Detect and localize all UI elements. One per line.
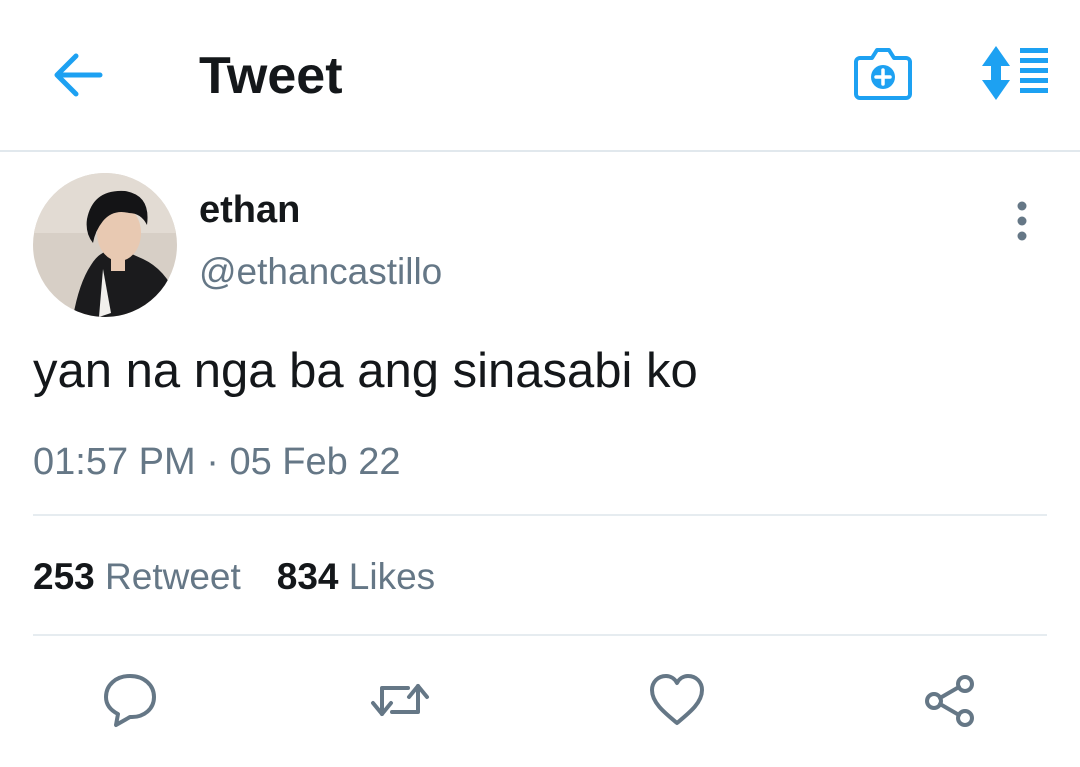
reply-icon	[104, 674, 156, 727]
retweet-button[interactable]	[370, 670, 430, 730]
top-app-bar: Tweet	[0, 0, 1080, 152]
avatar[interactable]	[33, 173, 177, 317]
add-photo-button[interactable]	[852, 42, 914, 104]
camera-plus-icon	[854, 48, 912, 100]
timestamp-separator: ·	[206, 441, 219, 483]
divider	[33, 634, 1047, 636]
user-handle[interactable]: @ethancastillo	[199, 250, 442, 294]
page-title: Tweet	[199, 47, 343, 105]
more-options-button[interactable]	[1004, 198, 1040, 244]
retweet-label: Retweet	[105, 556, 241, 597]
back-button[interactable]	[50, 50, 106, 100]
retweet-count: 253	[33, 556, 95, 597]
more-vertical-icon	[1017, 201, 1027, 241]
like-count: 834	[276, 556, 339, 597]
retweet-icon	[371, 684, 429, 716]
tweet-timestamp: 01:57 PM · 05 Feb 22	[33, 438, 401, 486]
tweet-detail-screen: Tweet ethan @ethancastillo yan na nga ba…	[0, 0, 1080, 767]
likes-stat[interactable]: 834 Likes	[277, 556, 435, 597]
like-label: Likes	[348, 556, 436, 597]
back-arrow-icon	[54, 53, 103, 97]
retweets-stat[interactable]: 253 Retweet	[33, 556, 241, 597]
share-button[interactable]	[920, 670, 980, 730]
reply-button[interactable]	[100, 670, 160, 730]
sort-list-icon	[982, 46, 1048, 100]
like-button[interactable]	[647, 670, 707, 730]
sort-button[interactable]	[976, 44, 1052, 102]
tweet-stats: 253 Retweet 834 Likes	[33, 552, 435, 602]
profile-photo	[33, 173, 177, 317]
divider	[33, 514, 1047, 516]
share-icon	[925, 675, 974, 727]
tweet-text: yan na nga ba ang sinasabi ko	[33, 344, 698, 398]
display-name[interactable]: ethan	[199, 188, 300, 232]
tweet-time: 01:57 PM	[33, 441, 196, 483]
tweet-date: 05 Feb 22	[229, 441, 401, 483]
like-heart-icon	[650, 674, 704, 725]
